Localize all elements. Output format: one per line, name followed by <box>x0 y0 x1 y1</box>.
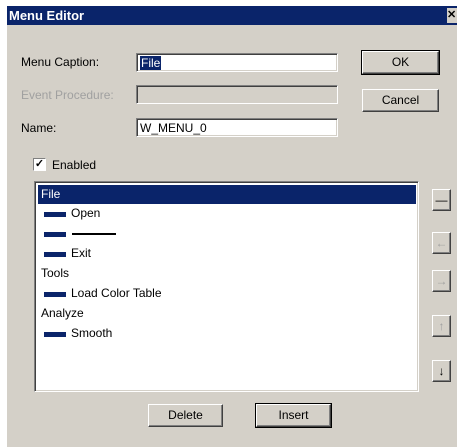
move-right-button[interactable]: → <box>432 270 451 292</box>
separator-icon: — <box>435 193 448 207</box>
indent-marker <box>44 232 66 237</box>
list-item-label: Exit <box>71 246 92 260</box>
enabled-checkbox[interactable]: ✓ <box>33 158 46 171</box>
list-item-label: Tools <box>41 266 70 280</box>
move-left-button[interactable]: ← <box>432 232 451 254</box>
indent-marker <box>44 332 66 337</box>
list-item[interactable]: Exit <box>38 244 416 263</box>
name-input[interactable]: W_MENU_0 <box>136 118 338 137</box>
insert-button[interactable]: Insert <box>255 403 332 428</box>
list-item[interactable]: File <box>38 185 416 204</box>
name-label: Name: <box>21 121 57 135</box>
list-item-label: Open <box>71 206 101 220</box>
enabled-label: Enabled <box>52 158 97 172</box>
ok-label: OK <box>391 55 410 69</box>
separator-button[interactable]: — <box>432 189 451 211</box>
menu-editor-window: Menu Editor ✕ Menu Caption: File Event P… <box>7 6 457 447</box>
list-item[interactable]: Open <box>38 204 416 223</box>
delete-label: Delete <box>168 408 203 422</box>
indent-marker <box>44 252 66 257</box>
cancel-button[interactable]: Cancel <box>362 89 439 112</box>
checkmark-icon: ✓ <box>34 158 45 170</box>
arrow-right-icon: → <box>435 274 448 288</box>
menu-caption-input[interactable]: File <box>136 53 338 72</box>
list-item[interactable]: Load Color Table <box>38 284 416 303</box>
indent-marker <box>44 292 66 297</box>
arrow-left-icon: ← <box>435 236 448 250</box>
event-procedure-label: Event Procedure: <box>21 88 114 102</box>
menu-item-list[interactable]: File Open Exit Tools Load Color Table An… <box>34 181 419 392</box>
delete-button[interactable]: Delete <box>148 404 223 427</box>
close-button[interactable]: ✕ <box>447 8 457 23</box>
ok-button[interactable]: OK <box>361 50 440 75</box>
list-item-label: Load Color Table <box>71 286 162 300</box>
title-bar[interactable]: Menu Editor ✕ <box>7 6 457 25</box>
indent-marker <box>44 212 66 217</box>
move-up-button[interactable]: ↑ <box>432 315 451 337</box>
list-item[interactable]: Analyze <box>38 304 416 323</box>
insert-label: Insert <box>278 408 309 422</box>
cancel-label: Cancel <box>381 93 420 107</box>
event-procedure-input <box>136 85 338 104</box>
name-value: W_MENU_0 <box>140 121 207 135</box>
arrow-down-icon: ↓ <box>438 364 445 378</box>
move-down-button[interactable]: ↓ <box>432 360 451 382</box>
close-icon: ✕ <box>447 9 457 21</box>
list-item-label: File <box>41 187 61 201</box>
menu-caption-value: File <box>140 56 162 70</box>
list-item-label: Smooth <box>71 326 113 340</box>
list-item-separator[interactable] <box>38 224 416 243</box>
menu-caption-label: Menu Caption: <box>21 55 100 69</box>
list-item[interactable]: Tools <box>38 264 416 283</box>
list-item[interactable]: Smooth <box>38 324 416 343</box>
list-item-label: Analyze <box>41 306 84 320</box>
separator-line <box>72 233 116 235</box>
arrow-up-icon: ↑ <box>438 319 445 333</box>
window-title: Menu Editor <box>9 8 85 23</box>
